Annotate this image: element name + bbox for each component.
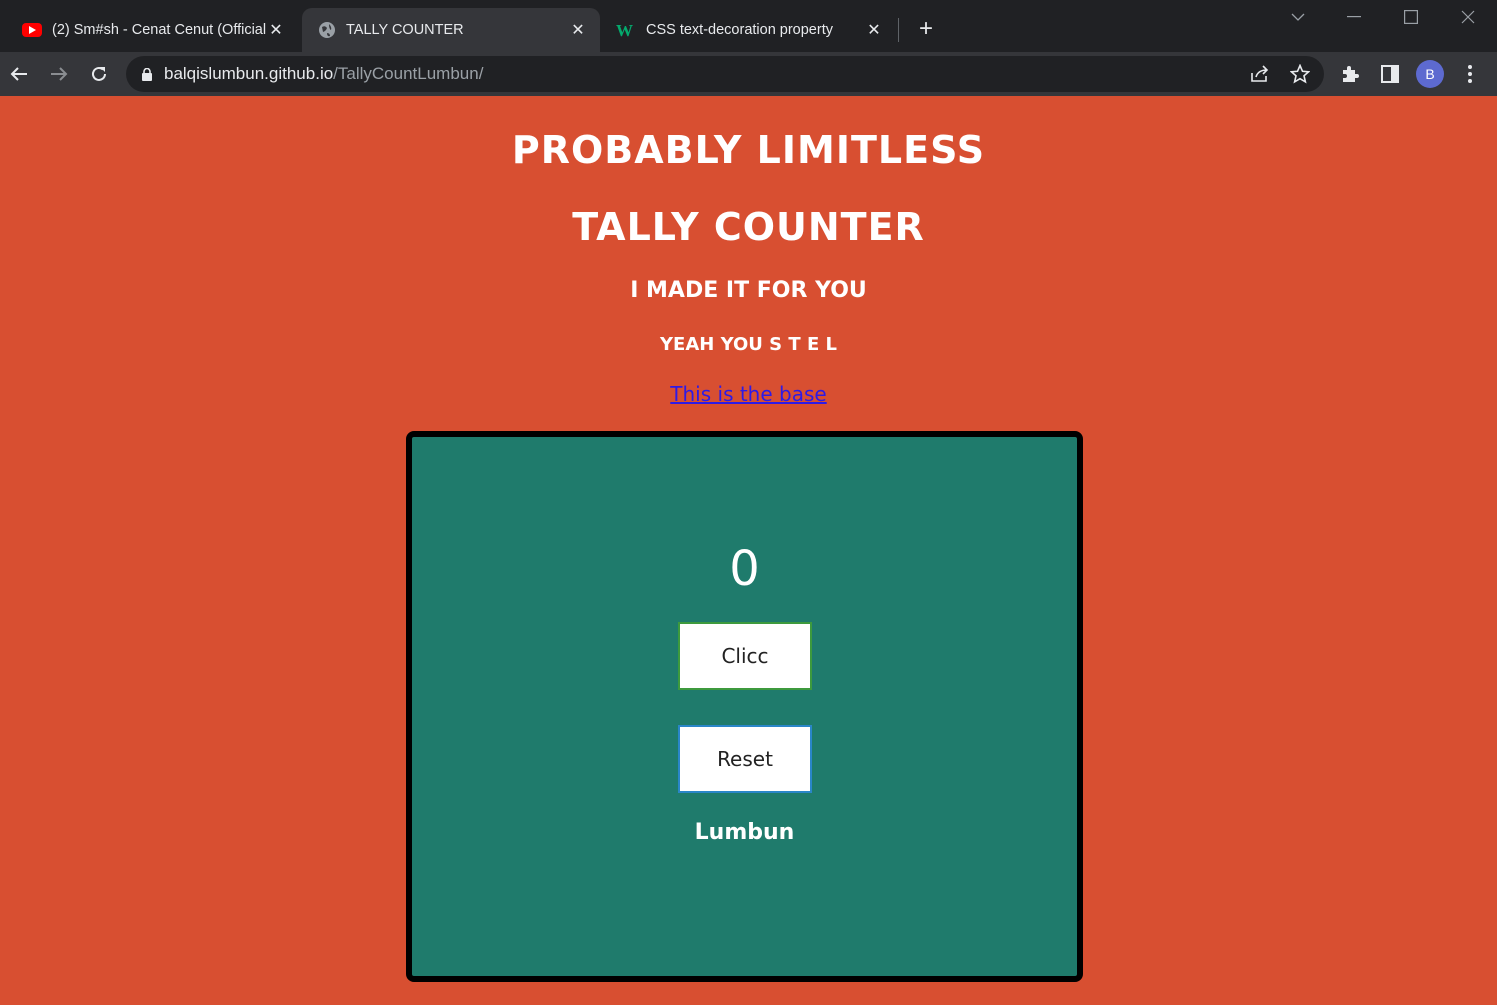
- browser-toolbar: balqislumbun.github.io/TallyCountLumbun/…: [0, 52, 1497, 96]
- reset-button[interactable]: Reset: [678, 725, 812, 793]
- page-content: PROBABLY LIMITLESS TALLY COUNTER I MADE …: [0, 96, 1497, 1005]
- clicc-button[interactable]: Clicc: [678, 622, 812, 690]
- arrow-left-icon: [10, 67, 27, 81]
- page-subtitle: I MADE IT FOR YOU: [630, 278, 867, 303]
- tab-separator: [898, 18, 899, 42]
- new-tab-button[interactable]: +: [912, 15, 940, 43]
- page-tagline: YEAH YOU S T E L: [660, 334, 837, 355]
- globe-icon: [318, 21, 336, 39]
- page-title-line2: TALLY COUNTER: [572, 205, 925, 249]
- back-button[interactable]: [3, 58, 35, 90]
- close-icon[interactable]: ✕: [568, 20, 588, 40]
- counter-card: 0 Clicc Reset Lumbun: [406, 431, 1083, 982]
- url-host: balqislumbun.github.io: [164, 64, 334, 83]
- youtube-icon: [22, 23, 42, 37]
- share-icon[interactable]: [1248, 62, 1272, 86]
- tab-title: CSS text-decoration property: [646, 22, 833, 38]
- tab-youtube[interactable]: (2) Sm#sh - Cenat Cenut (Official ✕: [6, 8, 298, 52]
- menu-kebab-icon[interactable]: [1456, 60, 1484, 88]
- close-icon[interactable]: ✕: [864, 20, 884, 40]
- extensions-icon[interactable]: [1336, 60, 1364, 88]
- author-name: Lumbun: [694, 820, 795, 845]
- base-link[interactable]: This is the base: [670, 382, 826, 406]
- url-text: balqislumbun.github.io/TallyCountLumbun/: [164, 64, 483, 84]
- counter-value: 0: [729, 541, 760, 597]
- base-link-wrapper: This is the base: [0, 382, 1497, 406]
- close-icon[interactable]: ✕: [266, 20, 286, 40]
- tab-tally-counter[interactable]: TALLY COUNTER ✕: [302, 8, 600, 52]
- tab-title: TALLY COUNTER: [346, 22, 464, 38]
- tab-title: (2) Sm#sh - Cenat Cenut (Official: [52, 22, 266, 38]
- tab-search-button[interactable]: [1270, 0, 1326, 34]
- side-panel-icon[interactable]: [1376, 60, 1404, 88]
- profile-avatar[interactable]: B: [1416, 60, 1444, 88]
- maximize-button[interactable]: [1383, 0, 1439, 34]
- reload-icon: [92, 66, 106, 81]
- lock-icon: [142, 67, 152, 81]
- forward-button[interactable]: [43, 58, 75, 90]
- reload-button[interactable]: [83, 58, 115, 90]
- chevron-down-icon: [1291, 13, 1305, 21]
- bookmark-star-icon[interactable]: [1288, 62, 1312, 86]
- close-window-button[interactable]: [1440, 0, 1496, 34]
- url-path: /TallyCountLumbun/: [333, 64, 484, 83]
- minimize-button[interactable]: [1326, 0, 1382, 34]
- tab-w3schools[interactable]: W CSS text-decoration property ✕: [600, 8, 896, 52]
- minimize-icon: [1347, 16, 1361, 18]
- maximize-icon: [1404, 10, 1418, 24]
- arrow-right-icon: [51, 67, 68, 81]
- page-title-line1: PROBABLY LIMITLESS: [511, 128, 986, 172]
- close-icon: [1461, 10, 1475, 24]
- w3-icon: W: [616, 21, 633, 40]
- tab-strip: (2) Sm#sh - Cenat Cenut (Official ✕ TALL…: [0, 0, 1497, 52]
- address-bar[interactable]: balqislumbun.github.io/TallyCountLumbun/: [126, 56, 1324, 92]
